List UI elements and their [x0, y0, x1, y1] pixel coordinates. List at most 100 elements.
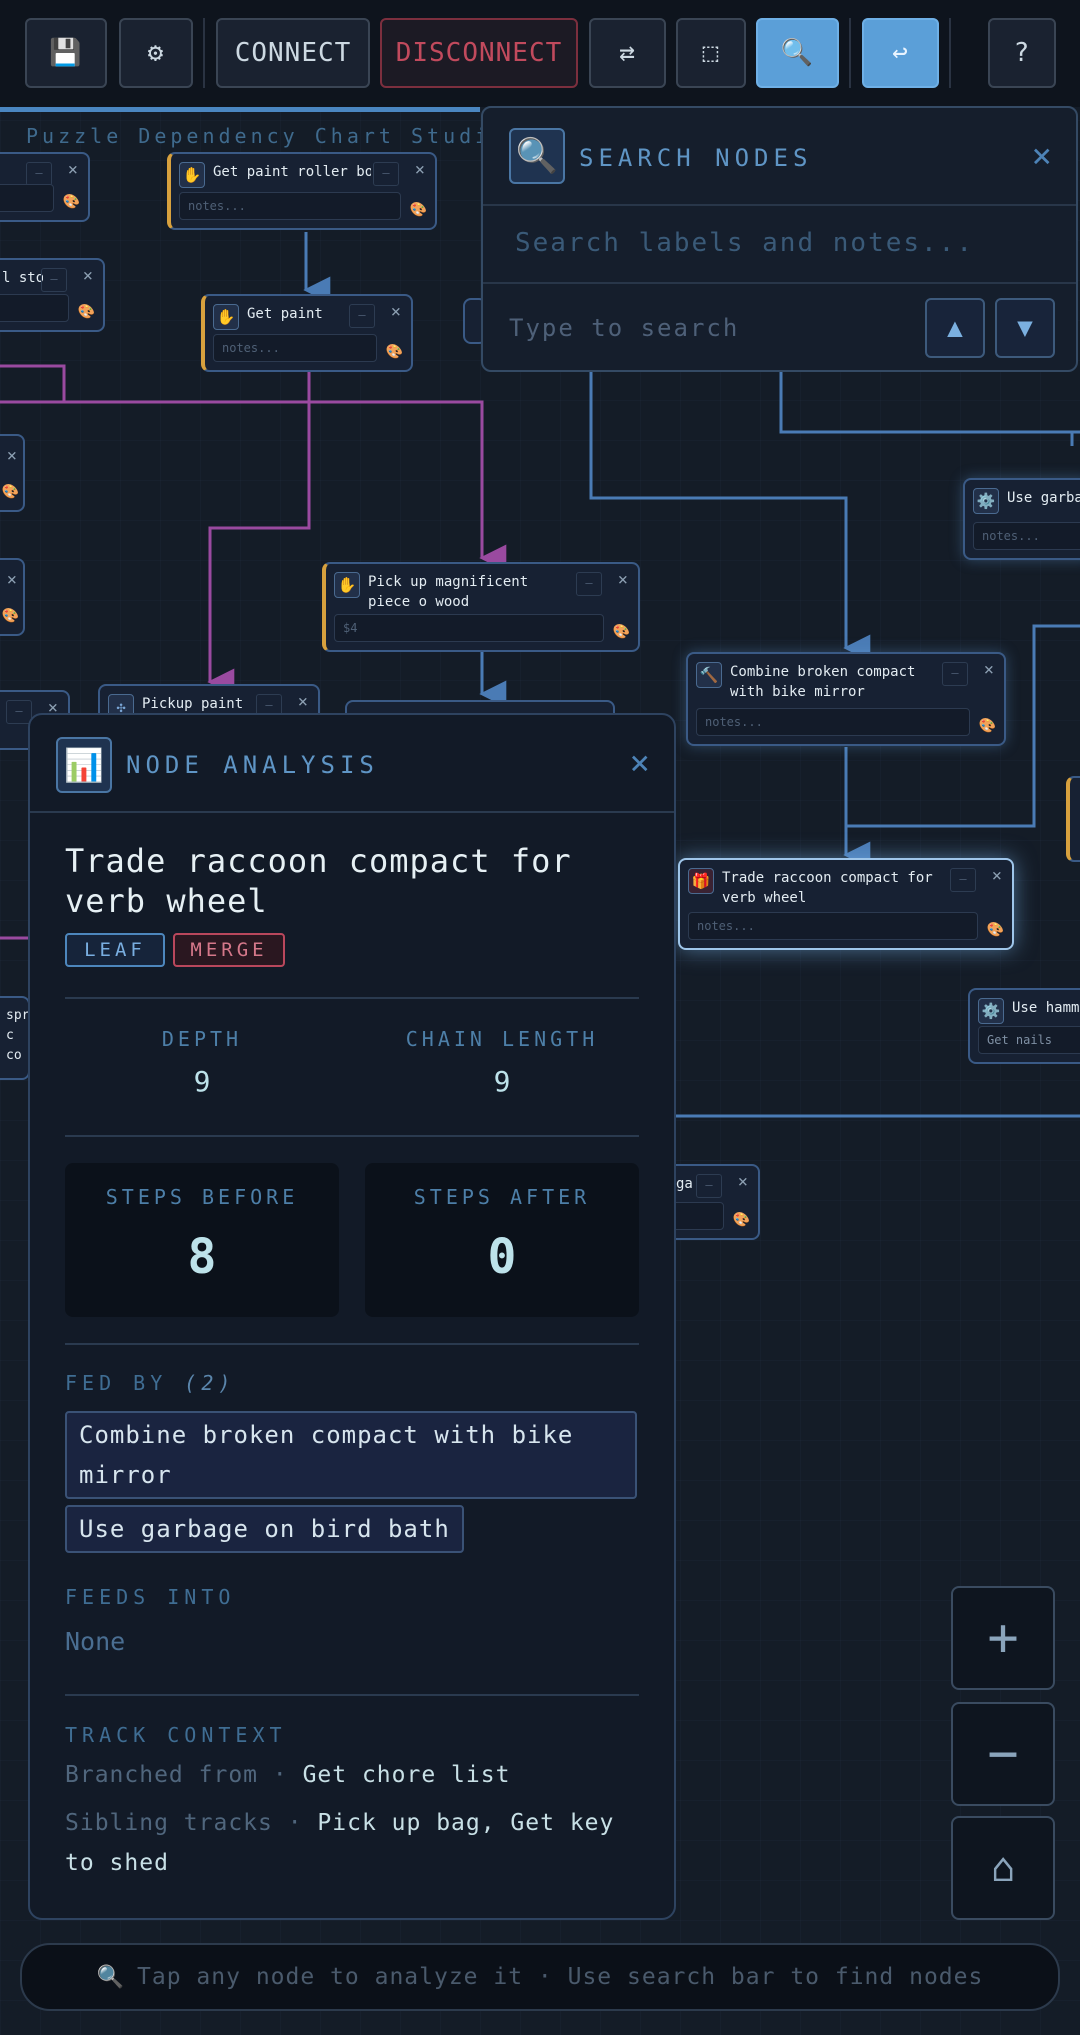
toolbar-divider [949, 18, 951, 88]
node-menu-button[interactable]: — [576, 572, 602, 596]
graph-node[interactable]: ⚙️ Use hamm Get nails [968, 988, 1080, 1064]
branched-from-value[interactable]: Get chore list [303, 1762, 511, 1788]
node-notes-field[interactable]: notes... [973, 522, 1080, 550]
node-notes-field[interactable] [0, 294, 69, 322]
home-icon: ⌂ [990, 1845, 1016, 1891]
divider [483, 282, 1076, 284]
gear-icon: ⚙️ [973, 488, 999, 514]
close-icon[interactable]: × [1032, 136, 1052, 176]
node-close-icon[interactable]: × [298, 692, 308, 712]
palette-icon[interactable]: 🎨 [2, 484, 19, 500]
node-notes-field[interactable]: notes... [696, 708, 970, 736]
settings-button[interactable]: ⚙ [119, 18, 193, 88]
node-notes-field[interactable]: notes... [179, 192, 401, 220]
toolbar-accent-bar [0, 107, 480, 112]
node-notes-field[interactable]: $4 [334, 614, 604, 642]
node-menu-button[interactable]: — [6, 700, 32, 724]
palette-icon[interactable]: 🎨 [410, 202, 427, 218]
help-button[interactable]: ? [988, 18, 1056, 88]
node-close-icon[interactable]: × [7, 446, 17, 466]
hint-bar: 🔍 Tap any node to analyze it · Use searc… [20, 1943, 1060, 2011]
connect-button[interactable]: CONNECT [216, 18, 370, 88]
disconnect-button[interactable]: DISCONNECT [380, 18, 578, 88]
node-close-icon[interactable]: × [618, 570, 628, 590]
graph-node[interactable] [1066, 776, 1080, 862]
graph-node[interactable]: × 🎨 [0, 434, 25, 512]
node-close-icon[interactable]: × [7, 570, 17, 590]
node-notes-field[interactable]: Get nails [978, 1026, 1080, 1054]
swap-button[interactable]: ⇄ [589, 18, 666, 88]
node-label: Use garba [1007, 490, 1080, 506]
save-icon: 💾 [49, 38, 83, 68]
node-notes-field[interactable]: notes... [213, 334, 377, 362]
node-label: Pickup paint r [142, 696, 252, 712]
node-menu-button[interactable]: — [26, 162, 52, 186]
node-close-icon[interactable]: × [415, 160, 425, 180]
palette-icon[interactable]: 🎨 [63, 194, 80, 210]
node-menu-button[interactable]: — [942, 662, 968, 686]
graph-node[interactable]: × 🎨 [0, 558, 25, 636]
sibling-tracks-label: Sibling tracks [65, 1810, 273, 1836]
steps-before-value: 8 [187, 1229, 217, 1285]
zoom-out-button[interactable]: − [951, 1702, 1055, 1806]
node-close-icon[interactable]: × [992, 866, 1002, 886]
graph-node[interactable]: l sto — × 🎨 [0, 258, 105, 332]
node-menu-button[interactable]: — [950, 868, 976, 892]
node-notes-field[interactable]: notes... [688, 912, 978, 940]
toolbar: 💾 ⚙ CONNECT DISCONNECT ⇄ ⬚ 🔍 ↩ ? [0, 0, 1080, 107]
steps-after-label: STEPS AFTER [413, 1185, 591, 1209]
divider [483, 204, 1076, 206]
fed-by-item[interactable]: Use garbage on bird bath [65, 1505, 464, 1553]
node-close-icon[interactable]: × [984, 660, 994, 680]
graph-node[interactable]: ⚙️ Use garba notes... [963, 478, 1080, 560]
close-icon[interactable]: × [630, 743, 650, 783]
node-close-icon[interactable]: × [83, 266, 93, 286]
graph-node[interactable]: — × 🎨 [0, 152, 90, 222]
node-notes-field[interactable] [0, 184, 54, 212]
graph-node[interactable]: ✋ Get paint — × notes... 🎨 [201, 294, 413, 372]
hammer-icon: 🔨 [696, 662, 722, 688]
divider [65, 1135, 639, 1137]
palette-icon[interactable]: 🎨 [78, 304, 95, 320]
save-button[interactable]: 💾 [25, 18, 107, 88]
select-icon: ⬚ [702, 38, 720, 68]
palette-icon[interactable]: 🎨 [613, 624, 630, 640]
search-input[interactable]: Search labels and notes... [515, 228, 974, 258]
palette-icon[interactable]: 🎨 [386, 344, 403, 360]
search-icon: 🔍 [96, 1964, 126, 1990]
node-menu-button[interactable]: — [41, 268, 67, 292]
graph-node[interactable]: ✋ Pick up magnificent piece o wood — × $… [322, 562, 640, 652]
node-menu-button[interactable]: — [696, 1174, 722, 1198]
zoom-home-button[interactable]: ⌂ [951, 1816, 1055, 1920]
search-button[interactable]: 🔍 [756, 18, 839, 88]
fed-by-label: FED BY [65, 1371, 168, 1395]
node-close-icon[interactable]: × [738, 1172, 748, 1192]
node-menu-button[interactable]: — [373, 162, 399, 186]
branched-from-line: Branched from · Get chore list [65, 1755, 655, 1795]
node-close-icon[interactable]: × [391, 302, 401, 322]
palette-icon[interactable]: 🎨 [979, 718, 996, 734]
palette-icon[interactable]: 🎨 [987, 922, 1004, 938]
divider [65, 997, 639, 999]
steps-after-card: STEPS AFTER 0 [365, 1163, 639, 1317]
return-button[interactable]: ↩ [862, 18, 939, 88]
palette-icon[interactable]: 🎨 [733, 1212, 750, 1228]
steps-after-value: 0 [487, 1229, 517, 1285]
hint-text: Tap any node to analyze it · Use search … [137, 1964, 984, 1990]
fed-by-item[interactable]: Combine broken compact with bike mirror [65, 1411, 637, 1499]
node-label: Combine broken compact with bike mirror [730, 664, 916, 700]
search-prev-button[interactable]: ▲ [925, 298, 985, 358]
zoom-in-button[interactable]: + [951, 1586, 1055, 1690]
graph-node[interactable]: ✋ Get paint roller bo — × notes... 🎨 [167, 152, 437, 230]
palette-icon[interactable]: 🎨 [2, 608, 19, 624]
merge-badge: MERGE [173, 933, 285, 967]
node-label: Pick up magnificent piece o wood [368, 574, 529, 610]
graph-node[interactable]: spr c co [0, 996, 30, 1080]
node-close-icon[interactable]: × [68, 160, 78, 180]
node-menu-button[interactable]: — [349, 304, 375, 328]
select-button[interactable]: ⬚ [676, 18, 746, 88]
search-next-button[interactable]: ▼ [995, 298, 1055, 358]
graph-node-selected[interactable]: 🎁 Trade raccoon compact for verb wheel —… [678, 858, 1014, 950]
hand-icon: ✋ [213, 304, 239, 330]
graph-node[interactable]: 🔨 Combine broken compact with bike mirro… [686, 652, 1006, 746]
